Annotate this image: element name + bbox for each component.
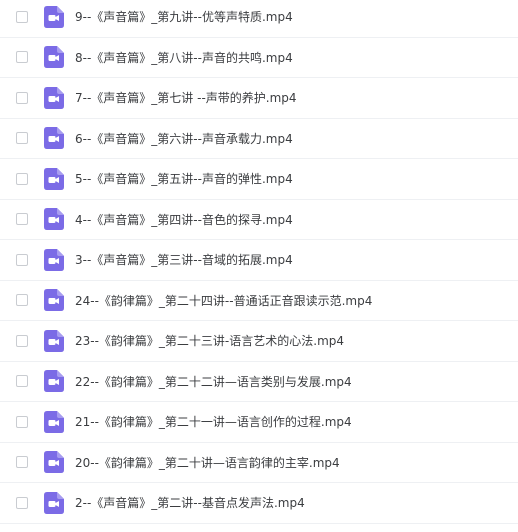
file-name[interactable]: 2--《声音篇》_第二讲--基音点发声法.mp4 — [75, 494, 305, 511]
file-name[interactable]: 8--《声音篇》_第八讲--声音的共鸣.mp4 — [75, 49, 293, 66]
file-row[interactable]: 21--《韵律篇》_第二十一讲—语言创作的过程.mp4 — [0, 402, 518, 443]
file-row[interactable]: 8--《声音篇》_第八讲--声音的共鸣.mp4 — [0, 38, 518, 78]
file-row[interactable]: 23--《韵律篇》_第二十三讲-语言艺术的心法.mp4 — [0, 321, 518, 362]
file-name[interactable]: 23--《韵律篇》_第二十三讲-语言艺术的心法.mp4 — [75, 332, 344, 349]
video-file-icon — [44, 451, 64, 474]
file-name[interactable]: 9--《声音篇》_第九讲--优等声特质.mp4 — [75, 8, 293, 25]
file-name[interactable]: 24--《韵律篇》_第二十四讲--普通话正音跟读示范.mp4 — [75, 292, 372, 309]
file-row[interactable]: 6--《声音篇》_第六讲--声音承载力.mp4 — [0, 119, 518, 159]
file-name[interactable]: 4--《声音篇》_第四讲--音色的探寻.mp4 — [75, 211, 293, 228]
video-file-icon — [44, 127, 64, 150]
video-file-icon — [44, 248, 64, 271]
file-row[interactable]: 3--《声音篇》_第三讲--音域的拓展.mp4 — [0, 240, 518, 281]
video-file-icon — [44, 208, 64, 231]
row-checkbox[interactable] — [16, 51, 28, 64]
video-file-icon — [44, 491, 64, 514]
video-file-icon — [44, 410, 64, 433]
video-file-icon — [44, 329, 64, 352]
row-checkbox[interactable] — [16, 253, 28, 266]
video-file-icon — [44, 289, 64, 312]
file-list: 9--《声音篇》_第九讲--优等声特质.mp4 8--《声音篇》_第八讲--声音… — [0, 0, 518, 529]
file-name[interactable]: 3--《声音篇》_第三讲--音域的拓展.mp4 — [75, 251, 293, 268]
row-checkbox[interactable] — [16, 294, 28, 307]
video-file-icon — [44, 86, 64, 109]
row-checkbox[interactable] — [16, 213, 28, 226]
file-name[interactable]: 20--《韵律篇》_第二十讲—语言韵律的主宰.mp4 — [75, 454, 340, 471]
file-row[interactable]: 24--《韵律篇》_第二十四讲--普通话正音跟读示范.mp4 — [0, 281, 518, 321]
row-checkbox[interactable] — [16, 415, 28, 428]
row-checkbox[interactable] — [16, 456, 28, 469]
file-row[interactable]: 4--《声音篇》_第四讲--音色的探寻.mp4 — [0, 200, 518, 240]
file-name[interactable]: 6--《声音篇》_第六讲--声音承载力.mp4 — [75, 130, 293, 147]
file-row[interactable]: 22--《韵律篇》_第二十二讲—语言类别与发展.mp4 — [0, 362, 518, 402]
file-row[interactable]: 7--《声音篇》_第七讲 --声带的养护.mp4 — [0, 78, 518, 119]
video-file-icon — [44, 370, 64, 393]
video-file-icon — [44, 46, 64, 69]
row-checkbox[interactable] — [16, 172, 28, 185]
file-name[interactable]: 21--《韵律篇》_第二十一讲—语言创作的过程.mp4 — [75, 413, 352, 430]
row-checkbox[interactable] — [16, 91, 28, 104]
file-row[interactable]: 5--《声音篇》_第五讲--声音的弹性.mp4 — [0, 159, 518, 200]
row-checkbox[interactable] — [16, 132, 28, 145]
row-checkbox[interactable] — [16, 496, 28, 509]
file-name[interactable]: 5--《声音篇》_第五讲--声音的弹性.mp4 — [75, 170, 293, 187]
row-checkbox[interactable] — [16, 334, 28, 347]
file-name[interactable]: 7--《声音篇》_第七讲 --声带的养护.mp4 — [75, 89, 297, 106]
file-row[interactable]: 20--《韵律篇》_第二十讲—语言韵律的主宰.mp4 — [0, 443, 518, 483]
file-row[interactable]: 9--《声音篇》_第九讲--优等声特质.mp4 — [0, 0, 518, 38]
video-file-icon — [44, 167, 64, 190]
file-row[interactable]: 2--《声音篇》_第二讲--基音点发声法.mp4 — [0, 483, 518, 524]
video-file-icon — [44, 5, 64, 28]
file-name[interactable]: 22--《韵律篇》_第二十二讲—语言类别与发展.mp4 — [75, 373, 352, 390]
row-checkbox[interactable] — [16, 10, 28, 23]
row-checkbox[interactable] — [16, 375, 28, 388]
